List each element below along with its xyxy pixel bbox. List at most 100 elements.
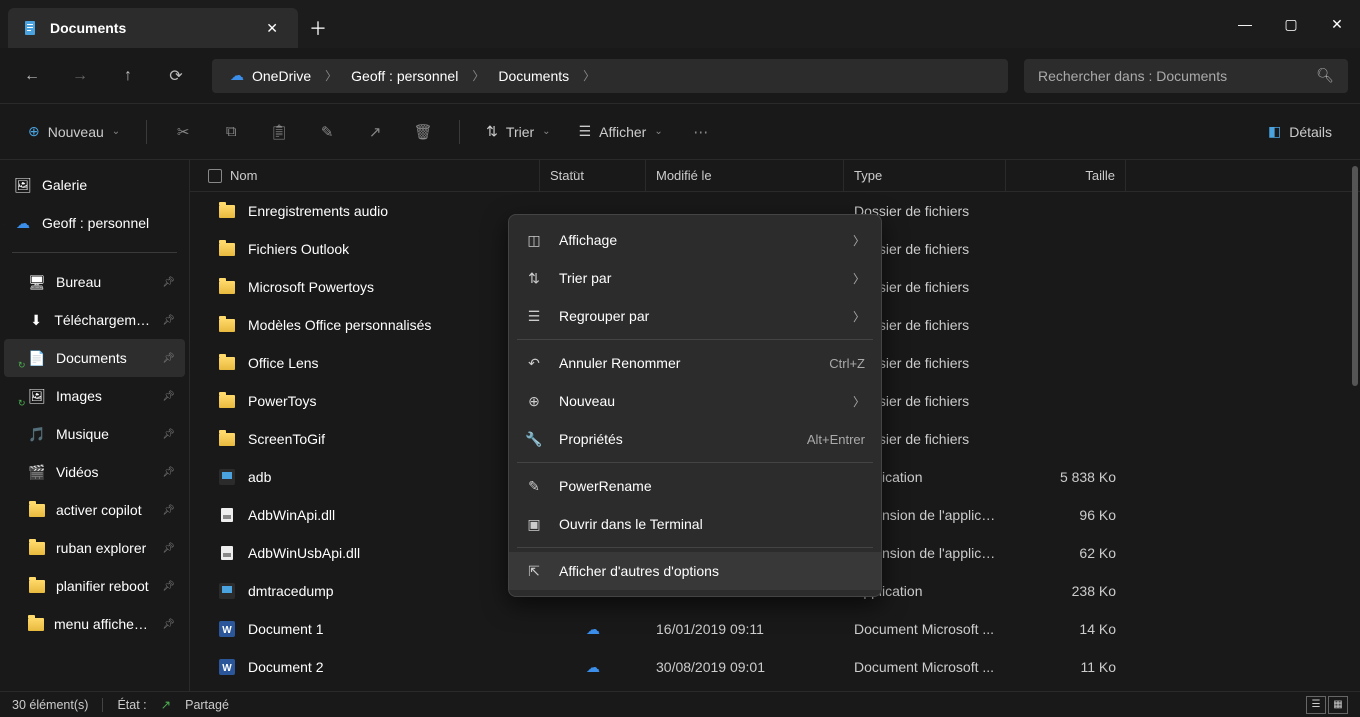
cloud-status-icon: ☁ [586, 621, 600, 637]
sidebar-item-label: Galerie [42, 177, 87, 193]
more-button[interactable]: ⋯ [681, 114, 721, 150]
cloud-status-icon: ☁ [586, 659, 600, 675]
menu-label: Ouvrir dans le Terminal [559, 516, 865, 532]
menu-item-trier-par[interactable]: ⇅Trier par〉 [509, 259, 881, 297]
breadcrumb-documents[interactable]: Documents [492, 64, 575, 88]
view-button[interactable]: ☰ Afficher ⌄ [569, 114, 673, 150]
shared-icon: ↗ [161, 697, 171, 712]
back-button[interactable]: ← [12, 56, 52, 96]
sidebar-item-planifier-reboot[interactable]: planifier reboot 📌︎ [4, 567, 185, 605]
minimize-button[interactable]: ― [1222, 0, 1268, 48]
breadcrumb[interactable]: ☁ OneDrive 〉 Geoff : personnel 〉 Documen… [212, 59, 1008, 93]
tab-title: Documents [50, 20, 126, 36]
column-label: Taille [1085, 168, 1115, 183]
sidebar-item-téléchargements[interactable]: ⬇Téléchargements📌︎ [4, 301, 185, 339]
column-size[interactable]: Taille [1006, 160, 1126, 191]
window-controls: ― ▢ ✕ [1222, 0, 1360, 48]
folder-icon [218, 278, 236, 296]
pin-icon[interactable]: 📌︎ [162, 353, 175, 364]
chevron-right-icon[interactable]: 〉 [468, 67, 488, 84]
cut-button[interactable]: ✂ [163, 114, 203, 150]
pin-icon[interactable]: 📌︎ [162, 543, 175, 554]
close-window-button[interactable]: ✕ [1314, 0, 1360, 48]
column-type[interactable]: Type [844, 160, 1006, 191]
chevron-right-icon[interactable]: 〉 [321, 67, 341, 84]
details-button[interactable]: ◧ Détails [1258, 114, 1342, 150]
file-name: ScreenToGif [248, 431, 325, 447]
sidebar-item-documents[interactable]: 📄↻Documents📌︎ [4, 339, 185, 377]
chevron-right-icon[interactable]: 〉 [4, 216, 10, 231]
details-pane-icon: ◧ [1268, 123, 1281, 140]
menu-item-ouvrir-dans-le-terminal[interactable]: ▣Ouvrir dans le Terminal [509, 505, 881, 543]
sidebar-item-images[interactable]: 🖼︎↻Images📌︎ [4, 377, 185, 415]
tab-documents[interactable]: Documents ✕ [8, 8, 298, 48]
sidebar-item-gallery[interactable]: 🖼︎ Galerie [4, 166, 185, 204]
menu-item-nouveau[interactable]: ⊕Nouveau〉 [509, 382, 881, 420]
documents-icon: 📄 [28, 349, 46, 367]
view-details-toggle[interactable]: ☰ [1306, 696, 1326, 714]
maximize-button[interactable]: ▢ [1268, 0, 1314, 48]
menu-item-propri-t-s[interactable]: 🔧PropriétésAlt+Entrer [509, 420, 881, 458]
delete-button[interactable]: 🗑︎ [403, 114, 443, 150]
sidebar-item-musique[interactable]: 🎵Musique📌︎ [4, 415, 185, 453]
forward-button[interactable]: → [60, 56, 100, 96]
rename-button[interactable]: ✎ [307, 114, 347, 150]
download-icon: ⬇ [28, 311, 44, 329]
pin-icon[interactable]: 📌︎ [162, 277, 175, 288]
file-name: Document 1 [248, 621, 323, 637]
sidebar-item-activer-copilot[interactable]: activer copilot📌︎ [4, 491, 185, 529]
pin-icon[interactable]: 📌︎ [162, 315, 175, 326]
file-name: PowerToys [248, 393, 316, 409]
sidebar-item-bureau[interactable]: 🖥︎Bureau📌︎ [4, 263, 185, 301]
refresh-button[interactable]: ⟳ [156, 56, 196, 96]
new-tab-button[interactable]: ＋ [298, 8, 338, 48]
sort-button-label: Trier [506, 124, 534, 140]
sidebar-item-label: ruban explorer [56, 540, 146, 556]
column-status[interactable]: Statut [540, 160, 646, 191]
column-label: Modifié le [656, 168, 712, 183]
close-tab-button[interactable]: ✕ [260, 16, 284, 41]
pin-icon[interactable]: 📌︎ [162, 391, 175, 402]
view-thumbnails-toggle[interactable]: ▦ [1328, 696, 1348, 714]
column-name[interactable]: Nom [190, 160, 540, 191]
breadcrumb-account[interactable]: Geoff : personnel [345, 64, 464, 88]
list-icon: ☰ [579, 123, 592, 140]
menu-item-afficher-d-autres-d-options[interactable]: ⇱Afficher d'autres d'options [509, 552, 881, 590]
word-icon: W [218, 658, 236, 676]
pin-icon[interactable]: 📌︎ [162, 429, 175, 440]
sidebar-item-vidéos[interactable]: 🎬Vidéos📌︎ [4, 453, 185, 491]
search-input[interactable]: Rechercher dans : Documents 🔍︎ [1024, 59, 1348, 93]
copy-button[interactable]: ⧉ [211, 114, 251, 150]
sidebar-item-account[interactable]: 〉 ☁ Geoff : personnel [4, 204, 185, 242]
menu-item-affichage[interactable]: ◫Affichage〉 [509, 221, 881, 259]
share-button[interactable]: ↗ [355, 114, 395, 150]
sort-button[interactable]: ⇅ Trier ⌄ [476, 114, 560, 150]
chevron-right-icon[interactable]: 〉 [579, 67, 599, 84]
sidebar-item-menu-afficher-plus[interactable]: menu afficher plus📌︎ [4, 605, 185, 643]
file-name: Modèles Office personnalisés [248, 317, 431, 333]
search-placeholder: Rechercher dans : Documents [1038, 68, 1227, 84]
up-button[interactable]: ↑ [108, 56, 148, 96]
sidebar-item-ruban-explorer[interactable]: ruban explorer 📌︎ [4, 529, 185, 567]
scrollbar-thumb[interactable] [1352, 166, 1358, 386]
menu-item-powerrename[interactable]: ✎PowerRename [509, 467, 881, 505]
pin-icon[interactable]: 📌︎ [162, 581, 175, 592]
new-button[interactable]: ⊕ Nouveau ⌄ [18, 114, 130, 150]
sidebar-item-label: planifier reboot [56, 578, 149, 594]
select-all-checkbox[interactable] [208, 169, 222, 183]
sort-icon: ⇅ [525, 269, 543, 287]
pin-icon[interactable]: 📌︎ [162, 619, 175, 630]
group-icon: ☰ [525, 307, 543, 325]
paste-button[interactable]: 📋︎ [259, 114, 299, 150]
pin-icon[interactable]: 📌︎ [162, 467, 175, 478]
chevron-down-icon: ⌄ [112, 126, 120, 137]
menu-item-annuler-renommer[interactable]: ↶Annuler RenommerCtrl+Z [509, 344, 881, 382]
file-row[interactable]: WDocument 1 ☁ 16/01/2019 09:11 Document … [190, 610, 1360, 648]
file-size: 11 Ko [1006, 659, 1126, 675]
file-row[interactable]: WDocument 2 ☁ 30/08/2019 09:01 Document … [190, 648, 1360, 686]
menu-item-regrouper-par[interactable]: ☰Regrouper par〉 [509, 297, 881, 335]
column-modified[interactable]: Modifié le [646, 160, 844, 191]
new-icon: ⊕ [525, 392, 543, 410]
pin-icon[interactable]: 📌︎ [162, 505, 175, 516]
breadcrumb-onedrive[interactable]: ☁ OneDrive [224, 63, 317, 88]
